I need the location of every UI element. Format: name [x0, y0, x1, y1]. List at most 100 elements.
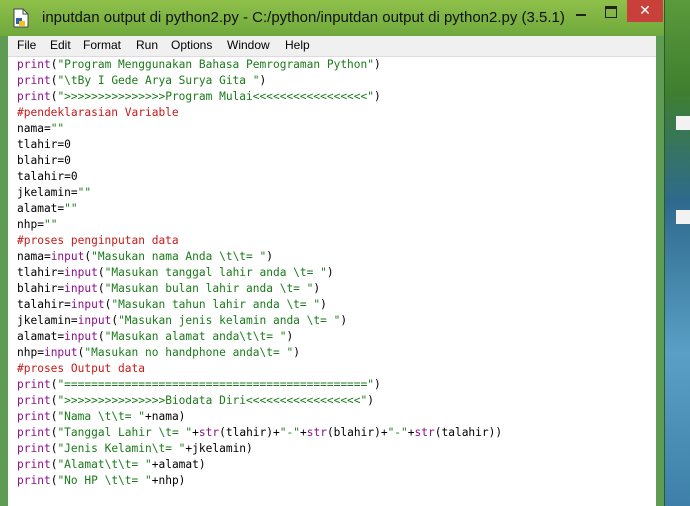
desktop-window-fragment: [676, 116, 690, 130]
code-token: #proses Output data: [17, 362, 145, 375]
code-token: +nhp): [151, 474, 186, 487]
close-icon: ✕: [639, 3, 651, 19]
code-token: #proses penginputan data: [17, 234, 179, 247]
menu-window[interactable]: Window: [227, 38, 270, 52]
code-line[interactable]: print(">>>>>>>>>>>>>>>Biodata Diri<<<<<<…: [17, 393, 374, 409]
code-token: ): [313, 282, 321, 295]
code-token: (tlahir)+: [219, 426, 280, 439]
code-token: "Tanggal Lahir \t= ": [57, 426, 193, 439]
code-line[interactable]: jkelamin="": [17, 185, 91, 201]
code-line[interactable]: #proses Output data: [17, 361, 145, 377]
code-token: ): [374, 90, 381, 103]
code-token: +: [299, 426, 307, 439]
title-bar[interactable]: inputdan output di python2.py - C:/pytho…: [0, 0, 664, 36]
code-token: ): [266, 250, 273, 263]
code-line[interactable]: print("No HP \t\t= "+nhp): [17, 473, 185, 489]
code-line[interactable]: print("Jenis Kelamin\t= "+jkelamin): [17, 441, 253, 457]
menu-run[interactable]: Run: [136, 38, 158, 52]
code-token: alamat=: [17, 330, 65, 343]
code-token: "No HP \t\t= ": [57, 474, 152, 487]
code-token: nhp=: [17, 218, 44, 231]
code-editor[interactable]: print ("Program Menggunakan Bahasa Pemrog…: [8, 57, 656, 506]
code-token: str: [306, 426, 327, 439]
code-line[interactable]: blahir=0: [17, 153, 71, 169]
code-token: tlahir=0: [17, 138, 71, 151]
code-token: ): [326, 266, 334, 279]
code-line[interactable]: #pendeklarasian Variable: [17, 105, 179, 121]
code-token: "Masukan tanggal lahir anda \t= ": [104, 266, 327, 279]
code-token: input: [77, 314, 112, 327]
code-line[interactable]: print(">>>>>>>>>>>>>>>Program Mulai<<<<<…: [17, 89, 381, 105]
code-token: "": [64, 202, 78, 215]
code-line[interactable]: print("\tBy I Gede Arya Surya Gita "): [17, 73, 266, 89]
code-token: "": [77, 186, 92, 199]
menu-help[interactable]: Help: [285, 38, 310, 52]
code-line[interactable]: #proses penginputan data: [17, 233, 179, 249]
code-token: nama=: [17, 250, 51, 263]
menu-file[interactable]: File: [17, 38, 36, 52]
code-line[interactable]: talahir=0: [17, 169, 78, 185]
code-token: #pendeklarasian Variable: [17, 106, 179, 119]
code-token: (: [97, 282, 105, 295]
minimize-button[interactable]: [567, 0, 595, 22]
code-line[interactable]: tlahir=input("Masukan tanggal lahir anda…: [17, 265, 334, 281]
code-token: "Jenis Kelamin\t= ": [57, 442, 186, 455]
code-token: ): [340, 314, 348, 327]
code-line[interactable]: nama=input("Masukan nama Anda \t\t= "): [17, 249, 273, 265]
code-token: "Nama \t\t= ": [57, 410, 145, 423]
code-token: ">>>>>>>>>>>>>>>Biodata Diri<<<<<<<<<<<<…: [57, 394, 368, 407]
code-token: "Alamat\t\t= ": [57, 458, 152, 471]
code-token: alamat=: [17, 202, 65, 215]
code-token: ): [259, 74, 267, 87]
code-line[interactable]: tlahir=0: [17, 137, 71, 153]
window-title: inputdan output di python2.py - C:/pytho…: [42, 9, 565, 26]
maximize-icon: [605, 6, 617, 18]
code-token: talahir=: [17, 298, 71, 311]
code-token: input: [70, 298, 105, 311]
code-token: +jkelamin): [185, 442, 253, 455]
code-line[interactable]: talahir=input("Masukan tahun lahir anda …: [17, 297, 327, 313]
code-line[interactable]: print("Program Menggunakan Bahasa Pemrog…: [17, 57, 381, 73]
code-line[interactable]: alamat=input("Masukan alamat anda\t\t= "…: [17, 329, 293, 345]
code-token: print: [17, 378, 51, 391]
minimize-icon: [576, 14, 586, 16]
code-token: "": [43, 218, 58, 231]
code-token: jkelamin=: [17, 186, 78, 199]
code-line[interactable]: print("Tanggal Lahir \t= "+str(tlahir)+"…: [17, 425, 502, 441]
code-token: ): [293, 346, 300, 359]
code-line[interactable]: nhp="": [17, 217, 57, 233]
code-token: print: [17, 74, 51, 87]
code-token: input: [64, 282, 98, 295]
code-token: str: [198, 426, 220, 439]
code-token: "Masukan tahun lahir anda \t= ": [111, 298, 321, 311]
maximize-button[interactable]: [597, 0, 625, 22]
code-line[interactable]: print("Nama \t\t= "+nama): [17, 409, 185, 425]
code-line[interactable]: blahir=input("Masukan bulan lahir anda \…: [17, 281, 320, 297]
code-token: blahir=: [17, 282, 65, 295]
code-token: print: [17, 410, 51, 423]
menu-edit[interactable]: Edit: [50, 38, 71, 52]
code-token: "Masukan bulan lahir anda \t= ": [104, 282, 314, 295]
code-token: ): [320, 298, 327, 311]
code-line[interactable]: print("Alamat\t\t= "+alamat): [17, 457, 206, 473]
code-line[interactable]: jkelamin=input("Masukan jenis kelamin an…: [17, 313, 347, 329]
code-token: (: [97, 266, 105, 279]
code-line[interactable]: nama="": [17, 121, 64, 137]
code-token: "Masukan no handphone anda\t= ": [84, 346, 294, 359]
menu-format[interactable]: Format: [83, 38, 121, 52]
code-line[interactable]: alamat="": [17, 201, 78, 217]
code-token: (: [97, 330, 105, 343]
code-token: +nama): [145, 410, 186, 423]
code-token: ">>>>>>>>>>>>>>>Program Mulai<<<<<<<<<<<…: [57, 90, 375, 103]
code-line[interactable]: nhp=input("Masukan no handphone anda\t= …: [17, 345, 300, 361]
code-line[interactable]: print("=================================…: [17, 377, 381, 393]
code-token: "-": [279, 426, 300, 439]
code-token: "-": [387, 426, 408, 439]
code-token: print: [17, 474, 51, 487]
code-token: tlahir=: [17, 266, 65, 279]
menu-options[interactable]: Options: [171, 38, 212, 52]
code-token: "=======================================…: [57, 378, 375, 391]
code-token: str: [414, 426, 435, 439]
code-token: ): [374, 58, 381, 71]
close-button[interactable]: ✕: [627, 0, 663, 22]
